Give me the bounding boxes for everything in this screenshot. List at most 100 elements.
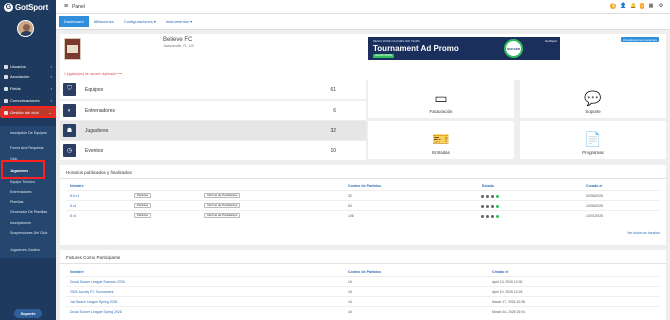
gotsport-logo[interactable]: G GotSport: [4, 2, 48, 12]
tab-configuraciones[interactable]: Configuraciones ▾: [119, 16, 161, 27]
sidebar-item-comunicaciones[interactable]: Comunicaciones ›: [0, 96, 56, 105]
tournament-ad-banner[interactable]: REACH MORE COACHES AND TEAMS Tournament …: [368, 37, 560, 60]
card-facturacion[interactable]: ▭ Facturación: [368, 80, 514, 118]
tab-dashboard[interactable]: Dashboard: [59, 16, 89, 27]
schedule-name-link[interactable]: 8 A v1: [70, 194, 79, 198]
status-icons[interactable]: [481, 205, 499, 208]
sidebar-item-usuarios[interactable]: Usuarios ›: [0, 62, 56, 71]
schedule-name-link[interactable]: 8 v1: [70, 214, 76, 218]
field-icon: [4, 86, 8, 91]
highlight-box: [1, 160, 45, 179]
avatar[interactable]: [17, 20, 34, 37]
ad-learn-more-button[interactable]: LEARN MORE: [373, 54, 395, 58]
logo-text: GotSport: [15, 2, 49, 12]
bell-icon[interactable]: 🔔: [630, 3, 636, 9]
ticket-icon: 🎫: [432, 131, 450, 147]
subitem-suspensiones[interactable]: Suspensiones Del Club: [10, 231, 52, 235]
matches-button[interactable]: Partidos: [134, 213, 152, 218]
tab-bar: Dashboard Afiliaciones Configuraciones ▾…: [56, 14, 670, 30]
report-button[interactable]: Informe de Partidantes: [204, 203, 241, 208]
created-date: 02/06/2026: [586, 194, 603, 198]
created-date: 10/01/2025: [586, 214, 603, 218]
column-header[interactable]: Conteo de Partidos: [348, 270, 381, 274]
fixture-name-link[interactable]: 2026 Jacoby FC Tournament: [70, 290, 113, 294]
club-location: Jacksonville, FL, US: [163, 44, 194, 48]
fixture-name-link[interactable]: Duval Soccer League Spring 2026: [70, 310, 122, 314]
subitem-generador-planillas[interactable]: Generador De Planillas: [10, 210, 52, 214]
column-header[interactable]: Nombre: [70, 270, 84, 274]
duplicate-players-link[interactable]: 1 jugador(es) de usuario duplicado ⟶: [64, 72, 122, 76]
chevron-right-icon: ›: [50, 86, 52, 91]
stat-entrenadores[interactable]: ◐ Entrenadores 6: [60, 101, 366, 120]
report-button[interactable]: Informe de Partidantes: [204, 193, 241, 198]
match-count: 16: [348, 300, 352, 304]
ad-title: Tournament Ad Promo: [373, 44, 459, 53]
fixture-name-link[interactable]: Jax Beach League Spring 2026: [70, 300, 117, 304]
coin-icon[interactable]: $: [610, 3, 617, 9]
created-date: April 13, 2026 10:30: [492, 280, 523, 284]
notification-badge[interactable]: 6: [640, 3, 644, 9]
club-submenu: Inscripción De Equipos Forms And Request…: [0, 126, 56, 258]
club-header: Believe FC Jacksonville, FL, US REACH MO…: [60, 34, 666, 80]
tab-instrumentos[interactable]: Instrumentos ▾: [161, 16, 197, 27]
view-all-schedules-link[interactable]: Ver todos los horarios: [627, 231, 660, 235]
menu-icon[interactable]: ≡: [64, 3, 68, 10]
subitem-equipo-tecnico[interactable]: Equipo Técnico: [10, 180, 52, 184]
subitem-planillas[interactable]: Planillas: [10, 200, 52, 204]
matches-button[interactable]: Partidos: [134, 193, 152, 198]
top-bar: ≡ Panel $ 👤 🔔 6 ▦ ⚙: [56, 0, 670, 14]
page-title: Panel: [72, 3, 85, 10]
stat-eventos[interactable]: ◷ Eventos 10: [60, 141, 366, 160]
highlight-box: [1, 106, 56, 118]
subitem-forms-requests[interactable]: Forms And Requests: [10, 146, 52, 150]
column-header[interactable]: Creado el: [586, 184, 602, 188]
users-icon: [4, 64, 8, 69]
stats-panel: ⛉ Equipos 61 ◐ Entrenadores 6 ☗ Jugadore…: [60, 80, 366, 160]
column-header[interactable]: Conteo de Partidos: [348, 184, 381, 188]
status-icons[interactable]: [481, 195, 499, 198]
chevron-right-icon: ›: [50, 64, 52, 69]
created-date: 10/06/2025: [586, 204, 603, 208]
report-button[interactable]: Informe de Partidantes: [204, 213, 241, 218]
subitem-inscripciones[interactable]: Inscripciones: [10, 221, 52, 225]
user-icon[interactable]: 👤: [620, 3, 626, 9]
clock-icon: ◷: [63, 144, 76, 157]
subitem-jugadores-ocultos[interactable]: Jugadores Ocultos: [10, 248, 52, 252]
wallet-icon: ▭: [434, 90, 448, 106]
grid-icon[interactable]: ▦: [648, 3, 654, 9]
card-entradas[interactable]: 🎫 Entradas: [368, 121, 514, 159]
column-header[interactable]: Nombre: [70, 184, 84, 188]
subitem-inscripcion-equipos[interactable]: Inscripción De Equipos: [10, 131, 52, 135]
ad-tagline: REACH MORE COACHES AND TEAMS: [373, 40, 420, 43]
matches-button[interactable]: Partidos: [134, 203, 152, 208]
created-date: March 04, 2026 15:04: [492, 310, 525, 314]
chevron-right-icon: ›: [50, 98, 52, 103]
created-date: April 10, 2026 12:25: [492, 290, 523, 294]
tab-afiliaciones[interactable]: Afiliaciones: [89, 16, 119, 27]
column-header[interactable]: Creado el: [492, 270, 508, 274]
sidebar-item-fields[interactable]: Fields ›: [0, 84, 56, 93]
status-icons[interactable]: [481, 215, 499, 218]
sidebar-item-asociacion[interactable]: Asociación ›: [0, 72, 56, 81]
association-icon: [4, 74, 8, 79]
shield-icon: ⛉: [63, 83, 76, 96]
support-button[interactable]: Soporte: [14, 309, 42, 318]
card-soporte[interactable]: 💬 Soporte: [520, 80, 666, 118]
stat-equipos[interactable]: ⛉ Equipos 61: [60, 80, 366, 99]
fixture-name-link[interactable]: Duval Soccer League Summer 2026: [70, 280, 125, 284]
settings-icon[interactable]: ⚙: [658, 3, 664, 9]
subitem-entrenadores[interactable]: Entrenadores: [10, 190, 52, 194]
column-header[interactable]: Estado: [482, 184, 494, 188]
stat-jugadores[interactable]: ☗ Jugadores 32: [60, 121, 366, 140]
chat-icon: 💬: [584, 90, 602, 106]
schedules-section: Horarios publicados y finalizados Nombre…: [60, 165, 666, 245]
match-count: 16: [348, 280, 352, 284]
card-programas[interactable]: 📄 Programas: [520, 121, 666, 159]
schedule-name-link[interactable]: 8 v1: [70, 204, 76, 208]
ad-brand: GotSport: [544, 39, 557, 43]
match-count: 106: [348, 214, 354, 218]
recent-updates-button[interactable]: Actualizaciones recientes: [621, 37, 659, 42]
created-date: March 17, 2026 10:36: [492, 300, 525, 304]
sidebar: G GotSport Usuarios › Asociación › Fields ›…: [0, 0, 56, 320]
club-logo: [64, 38, 81, 60]
